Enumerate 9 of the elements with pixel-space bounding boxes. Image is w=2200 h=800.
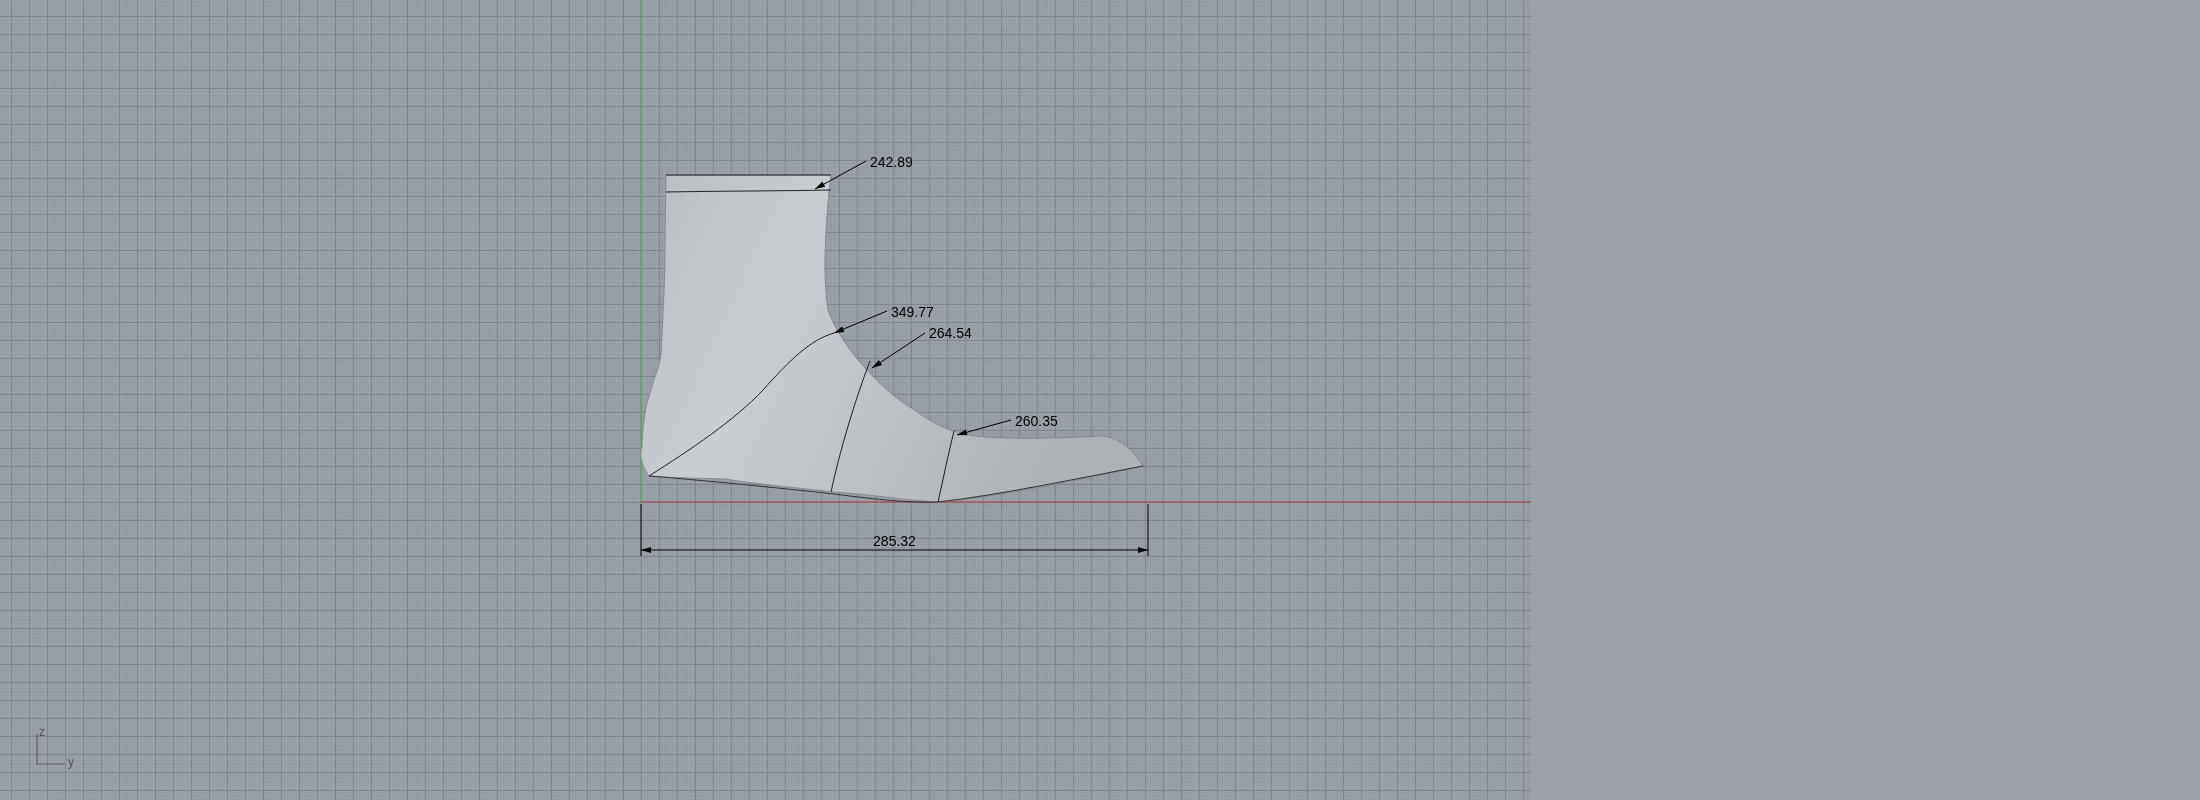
dimension-label: 260.35 (1015, 413, 1058, 429)
dimension-label: 242.89 (870, 154, 913, 170)
dimension-label: 264.54 (929, 325, 972, 341)
leader-arrow (956, 419, 1012, 436)
dimension-label: 349.77 (891, 304, 934, 320)
axis-label: y (68, 755, 74, 769)
leader-arrow (814, 160, 867, 190)
axis-label: z (39, 725, 45, 739)
dimension-label: 285.32 (873, 533, 916, 549)
